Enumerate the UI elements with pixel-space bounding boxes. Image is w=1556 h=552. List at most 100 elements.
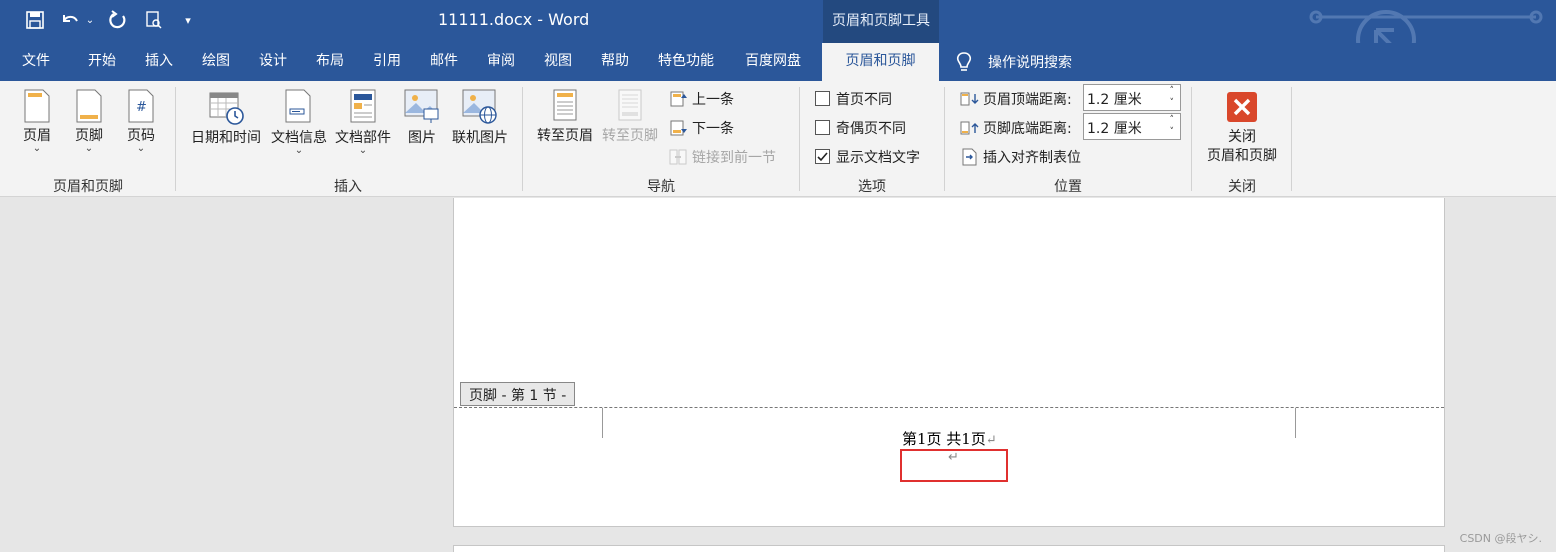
previous-button[interactable]: 上一条	[668, 89, 734, 109]
left-margin-mark	[602, 408, 603, 438]
tab-special-features[interactable]: 特色功能	[658, 43, 714, 81]
empty-paragraph-mark-icon[interactable]: ↵	[948, 450, 959, 465]
online-pictures-button[interactable]: 联机图片	[449, 89, 511, 147]
header-top-distance-label: 页眉顶端距离:	[983, 92, 1072, 108]
group-label-position: 位置	[1054, 179, 1082, 195]
tab-view[interactable]: 视图	[544, 43, 572, 81]
tell-me-search[interactable]: 操作说明搜索	[955, 43, 1072, 81]
close-icon	[1227, 92, 1257, 122]
date-time-button[interactable]: 日期和时间	[188, 89, 264, 147]
header-button[interactable]: 页眉 ⌄	[18, 89, 56, 154]
group-separator	[1291, 87, 1292, 191]
goto-header-label: 转至页眉	[537, 128, 593, 144]
group-separator	[175, 87, 176, 191]
footer-bottom-distance-input[interactable]: 1.2 厘米 ˄ ˅	[1083, 113, 1181, 140]
footer-bottom-distance-label: 页脚底端距离:	[983, 121, 1072, 137]
customize-qat-icon[interactable]: ▾	[180, 0, 196, 40]
footer-position-icon	[960, 121, 979, 135]
paragraph-mark-icon: ↵	[985, 433, 997, 448]
right-margin-mark	[1295, 408, 1296, 438]
different-odd-even-label: 奇偶页不同	[836, 121, 906, 137]
previous-label: 上一条	[692, 92, 734, 108]
close-label-line2: 页眉和页脚	[1207, 148, 1277, 164]
calendar-clock-icon	[209, 92, 244, 125]
next-icon	[670, 120, 687, 136]
link-previous-label: 链接到前一节	[692, 150, 776, 166]
goto-header-button[interactable]: 转至页眉	[533, 89, 597, 145]
svg-text:#: #	[136, 100, 147, 115]
pictures-button[interactable]: 图片	[402, 89, 442, 147]
goto-footer-button: 转至页脚	[598, 89, 662, 145]
tab-baidu-netdisk[interactable]: 百度网盘	[745, 43, 801, 81]
different-odd-even-checkbox[interactable]	[815, 120, 830, 135]
previous-icon	[670, 91, 687, 107]
header-label: 页眉	[23, 128, 51, 144]
group-separator	[944, 87, 945, 191]
footer-page-count-text: 第1页 共1页	[902, 430, 986, 448]
alignment-tab-icon	[962, 148, 977, 166]
redo-icon[interactable]	[106, 0, 130, 40]
tab-draw[interactable]: 绘图	[202, 43, 230, 81]
tell-me-label: 操作说明搜索	[988, 55, 1072, 71]
tab-layout[interactable]: 布局	[316, 43, 344, 81]
group-label-navigation: 导航	[647, 179, 675, 195]
spin-arrows-icon[interactable]: ˄ ˅	[1170, 114, 1175, 138]
quick-parts-button[interactable]: 文档部件 ⌄	[332, 89, 394, 156]
document-canvas: 页脚 - 第 1 节 - 第1页 共1页↵ ↵ CSDN @段ヤシ.	[0, 198, 1556, 552]
footer-icon	[76, 89, 102, 123]
watermark-text: CSDN @段ヤシ.	[1459, 532, 1542, 545]
header-top-distance-input[interactable]: 1.2 厘米 ˄ ˅	[1083, 84, 1181, 111]
group-label-options: 选项	[858, 179, 886, 195]
next-button[interactable]: 下一条	[668, 118, 734, 138]
next-page-edge	[453, 545, 1445, 552]
goto-header-icon	[553, 89, 577, 121]
page-number-icon: #	[128, 89, 154, 123]
undo-icon[interactable]	[58, 0, 82, 40]
close-header-footer-button[interactable]: 关闭 页眉和页脚	[1200, 91, 1284, 166]
undo-dropdown-icon[interactable]: ⌄	[84, 0, 96, 40]
lightbulb-icon	[956, 52, 972, 71]
link-icon	[669, 149, 687, 165]
online-pictures-label: 联机图片	[452, 130, 508, 146]
doc-info-button[interactable]: 文档信息 ⌄	[268, 89, 330, 156]
footer-bottom-distance-label-wrap: 页脚底端距离:	[960, 118, 1072, 138]
spin-arrows-icon[interactable]: ˄ ˅	[1170, 85, 1175, 109]
tab-home[interactable]: 开始	[88, 43, 116, 81]
checkmark-icon	[817, 152, 828, 162]
ribbon-tabs: 文件 开始 插入 绘图 设计 布局 引用 邮件 审阅 视图 帮助 特色功能 百度…	[0, 43, 1556, 81]
footer-label: 页脚	[75, 128, 103, 144]
different-first-page-checkbox[interactable]	[815, 91, 830, 106]
print-preview-icon[interactable]	[142, 0, 164, 40]
insert-alignment-tab-button[interactable]: 插入对齐制表位	[960, 147, 1081, 167]
date-time-label: 日期和时间	[191, 130, 261, 146]
tab-references[interactable]: 引用	[373, 43, 401, 81]
picture-icon	[404, 89, 439, 123]
footer-section-tag: 页脚 - 第 1 节 -	[460, 382, 576, 406]
tab-file[interactable]: 文件	[22, 43, 50, 81]
next-label: 下一条	[692, 121, 734, 137]
doc-info-icon	[285, 89, 311, 123]
word-window: ⌄ ▾ 11111.docx - Word 页眉和页脚工具 文件 开始 插入 绘…	[0, 0, 1556, 552]
group-label-insert: 插入	[334, 179, 362, 195]
tab-header-footer[interactable]: 页眉和页脚	[822, 43, 939, 81]
document-title: 11111.docx - Word	[438, 10, 590, 29]
tab-insert[interactable]: 插入	[145, 43, 173, 81]
tab-review[interactable]: 审阅	[487, 43, 515, 81]
footer-text[interactable]: 第1页 共1页↵	[902, 428, 997, 449]
show-document-text-checkbox[interactable]	[815, 149, 830, 164]
group-label-header-footer: 页眉和页脚	[53, 179, 123, 195]
online-picture-icon	[462, 89, 497, 124]
group-separator	[799, 87, 800, 191]
page-number-label: 页码	[127, 128, 155, 144]
header-position-icon	[960, 92, 979, 106]
goto-footer-label: 转至页脚	[602, 128, 658, 144]
close-label-line1: 关闭	[1228, 129, 1256, 145]
tab-mailings[interactable]: 邮件	[430, 43, 458, 81]
page-number-button[interactable]: # 页码 ⌄	[122, 89, 160, 154]
group-label-close: 关闭	[1228, 179, 1256, 195]
tab-help[interactable]: 帮助	[601, 43, 629, 81]
save-icon[interactable]	[24, 0, 46, 40]
footer-button[interactable]: 页脚 ⌄	[70, 89, 108, 154]
tab-design[interactable]: 设计	[259, 43, 287, 81]
header-icon	[24, 89, 50, 123]
